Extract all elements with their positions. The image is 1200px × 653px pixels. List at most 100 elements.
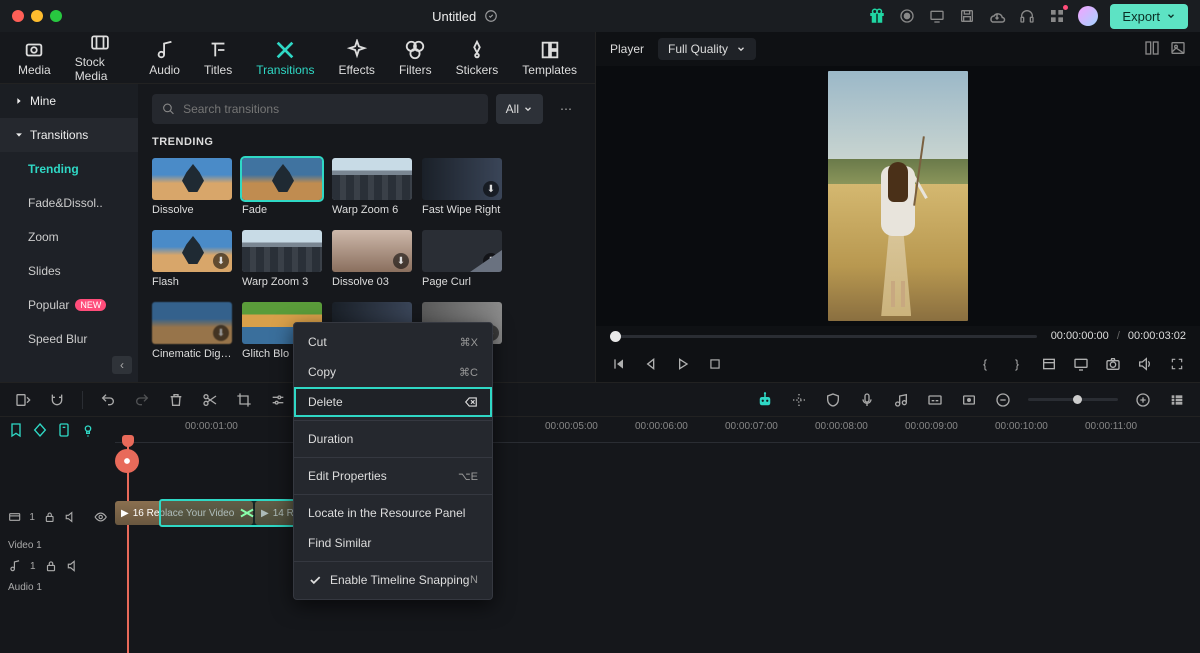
- tab-templates[interactable]: Templates: [512, 32, 587, 83]
- sidebar-item-trending[interactable]: Trending: [0, 152, 138, 186]
- sidebar-item-popular[interactable]: PopularNEW: [0, 288, 138, 322]
- visibility-icon[interactable]: [94, 510, 107, 524]
- display-icon[interactable]: [1072, 355, 1090, 373]
- record-icon[interactable]: [898, 7, 916, 25]
- cursor-tool-icon[interactable]: [14, 391, 32, 409]
- gift-icon[interactable]: [868, 7, 886, 25]
- sidebar-item-slides[interactable]: Slides: [0, 254, 138, 288]
- collapse-sidebar-button[interactable]: ‹: [112, 356, 132, 374]
- headphones-icon[interactable]: [1018, 7, 1036, 25]
- mute-icon[interactable]: [66, 559, 80, 573]
- fullscreen-button[interactable]: [1168, 355, 1186, 373]
- volume-button[interactable]: [1136, 355, 1154, 373]
- sidebar-item-zoom[interactable]: Zoom: [0, 220, 138, 254]
- search-input[interactable]: [183, 102, 478, 116]
- ctx-find-similar[interactable]: Find Similar: [294, 528, 492, 558]
- ctx-locate[interactable]: Locate in the Resource Panel: [294, 498, 492, 528]
- player-seekbar[interactable]: 00:00:00:00 / 00:00:03:02: [596, 326, 1200, 346]
- crop-button[interactable]: [235, 391, 253, 409]
- zoom-out-button[interactable]: [994, 391, 1012, 409]
- tab-filters[interactable]: Filters: [389, 32, 442, 83]
- brace-open-icon[interactable]: {: [976, 355, 994, 373]
- transition-card[interactable]: ⬇Warp Zoom 3: [242, 230, 322, 288]
- minimize-window-icon[interactable]: [31, 10, 43, 22]
- bookmark-icon[interactable]: [56, 422, 72, 438]
- ctx-copy[interactable]: Copy⌘C: [294, 357, 492, 387]
- ctx-edit-properties[interactable]: Edit Properties⌥E: [294, 461, 492, 491]
- backspace-icon: [464, 395, 478, 409]
- ctx-cut[interactable]: Cut⌘X: [294, 327, 492, 357]
- quality-dropdown[interactable]: Full Quality: [658, 38, 756, 60]
- layout-icon[interactable]: [1040, 355, 1058, 373]
- playhead[interactable]: [127, 443, 129, 653]
- sidebar-item-speed-blur[interactable]: Speed Blur: [0, 322, 138, 356]
- play-back-button[interactable]: [642, 355, 660, 373]
- zoom-in-button[interactable]: [1134, 391, 1152, 409]
- export-label: Export: [1122, 9, 1160, 24]
- close-window-icon[interactable]: [12, 10, 24, 22]
- transition-card[interactable]: ⬇Dissolve 03: [332, 230, 412, 288]
- subtitle-icon[interactable]: [926, 391, 944, 409]
- tab-titles[interactable]: Titles: [194, 32, 242, 83]
- marker-icon[interactable]: [8, 422, 24, 438]
- transition-card[interactable]: ⬇Flash: [152, 230, 232, 288]
- ctx-duration[interactable]: Duration: [294, 424, 492, 454]
- music-icon[interactable]: [892, 391, 910, 409]
- tab-audio[interactable]: Audio: [139, 32, 190, 83]
- stop-button[interactable]: [706, 355, 724, 373]
- cloud-download-icon[interactable]: [988, 7, 1006, 25]
- ctx-delete[interactable]: Delete: [294, 387, 492, 417]
- sidebar-group-transitions[interactable]: Transitions: [0, 118, 138, 152]
- transition-card[interactable]: Fade: [242, 158, 322, 216]
- apps-icon[interactable]: [1048, 7, 1066, 25]
- fullscreen-window-icon[interactable]: [50, 10, 62, 22]
- tab-transitions[interactable]: Transitions: [246, 32, 324, 83]
- view-options-button[interactable]: [1168, 391, 1186, 409]
- export-button[interactable]: Export: [1110, 4, 1188, 29]
- ctx-snapping[interactable]: Enable Timeline SnappingN: [294, 565, 492, 595]
- timeline-ruler[interactable]: 00:00:01:0000:00:05:0000:00:06:0000:00:0…: [115, 417, 1200, 443]
- sidebar-group-mine[interactable]: Mine: [0, 84, 138, 118]
- transition-card[interactable]: ⬇Cinematic Digit…: [152, 302, 232, 360]
- zoom-slider[interactable]: [1028, 398, 1118, 401]
- sparkle-icon[interactable]: [790, 391, 808, 409]
- brace-close-icon[interactable]: }: [1008, 355, 1026, 373]
- mic-icon[interactable]: [858, 391, 876, 409]
- user-avatar[interactable]: [1078, 6, 1098, 26]
- tab-effects[interactable]: Effects: [328, 32, 384, 83]
- sidebar-item-fade-dissol-[interactable]: Fade&Dissol..: [0, 186, 138, 220]
- transition-card[interactable]: ⬇Fast Wipe Right: [422, 158, 502, 216]
- magnet-icon[interactable]: [48, 391, 66, 409]
- search-field[interactable]: [152, 94, 488, 124]
- shield-icon[interactable]: [824, 391, 842, 409]
- tab-stickers[interactable]: Stickers: [446, 32, 509, 83]
- split-button[interactable]: [201, 391, 219, 409]
- delete-button[interactable]: [167, 391, 185, 409]
- redo-button[interactable]: [133, 391, 151, 409]
- transition-card[interactable]: ⬇Page Curl: [422, 230, 502, 288]
- grid-view-icon[interactable]: [1144, 40, 1160, 59]
- more-options-button[interactable]: ⋯: [551, 94, 581, 124]
- transition-card[interactable]: Dissolve: [152, 158, 232, 216]
- assist-bubble[interactable]: [115, 449, 139, 473]
- lock-icon[interactable]: [44, 559, 58, 573]
- save-icon[interactable]: [958, 7, 976, 25]
- lock-icon[interactable]: [43, 510, 56, 524]
- tab-stock-media[interactable]: Stock Media: [65, 32, 136, 83]
- keyframe-icon[interactable]: [32, 422, 48, 438]
- tab-media[interactable]: Media: [8, 32, 61, 83]
- screen-icon[interactable]: [928, 7, 946, 25]
- prev-frame-button[interactable]: [610, 355, 628, 373]
- filter-all-dropdown[interactable]: All: [496, 94, 543, 124]
- ai-robot-icon[interactable]: [756, 391, 774, 409]
- light-icon[interactable]: [80, 422, 96, 438]
- picture-icon[interactable]: [1170, 40, 1186, 59]
- snapshot-button[interactable]: [1104, 355, 1122, 373]
- adjust-button[interactable]: [269, 391, 287, 409]
- preview-canvas[interactable]: [596, 66, 1200, 326]
- transition-card[interactable]: ⬇Warp Zoom 6: [332, 158, 412, 216]
- mute-icon[interactable]: [64, 510, 77, 524]
- play-button[interactable]: [674, 355, 692, 373]
- undo-button[interactable]: [99, 391, 117, 409]
- mask-icon[interactable]: [960, 391, 978, 409]
